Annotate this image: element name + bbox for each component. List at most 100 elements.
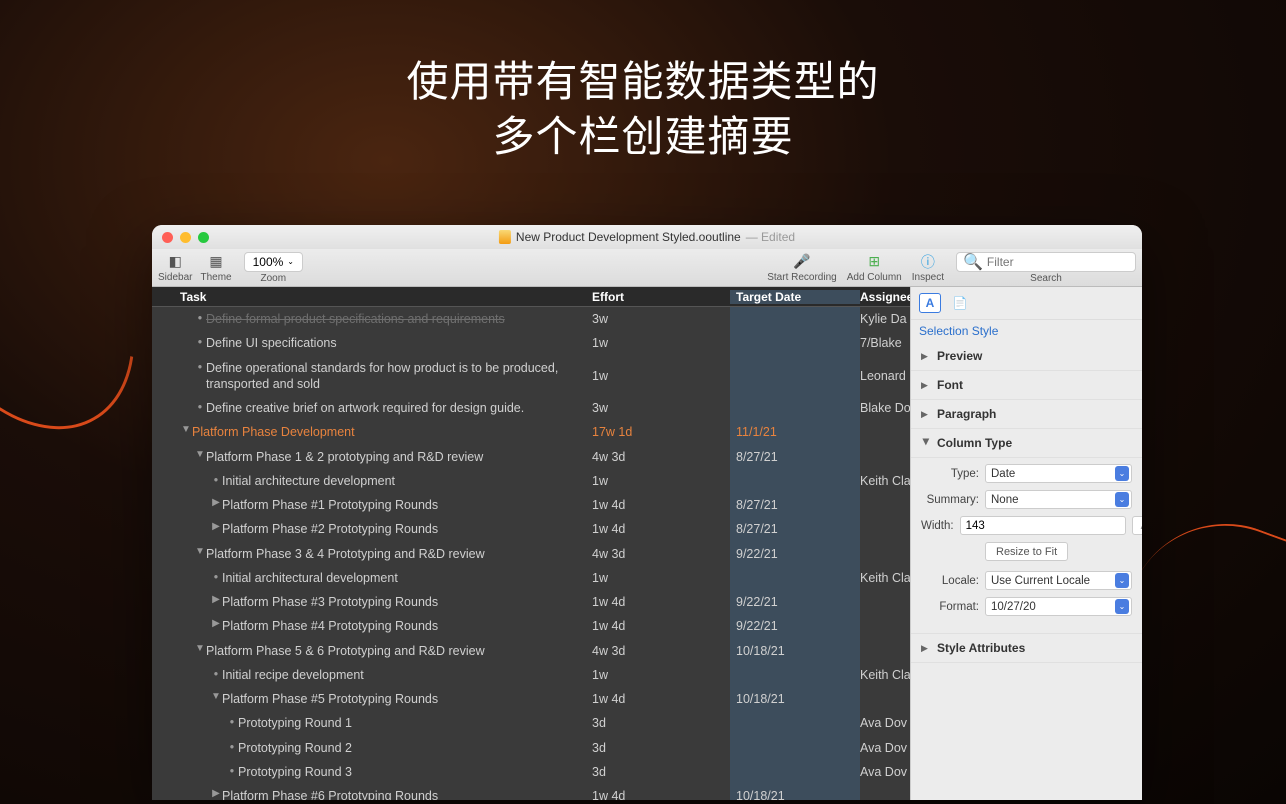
disclosure-expanded-icon[interactable]: ▼ <box>194 546 206 557</box>
maximize-icon[interactable] <box>198 232 209 243</box>
date-cell[interactable]: 11/1/21 <box>730 420 860 444</box>
assignee-cell[interactable]: Blake Do <box>860 401 910 415</box>
effort-cell[interactable]: 17w 1d <box>592 425 730 439</box>
date-cell[interactable] <box>730 356 860 397</box>
task-cell[interactable]: ▼Platform Phase 1 & 2 prototyping and R&… <box>152 445 592 469</box>
date-cell[interactable]: 9/22/21 <box>730 614 860 638</box>
inspector-tab-text[interactable]: A <box>919 293 941 313</box>
disclosure-collapsed-icon[interactable]: ▶ <box>210 618 222 629</box>
assignee-cell[interactable]: Keith Cla <box>860 571 910 585</box>
outline-row[interactable]: •Prototyping Round 33d Ava Dov <box>152 760 910 784</box>
effort-cell[interactable]: 1w <box>592 474 730 488</box>
outline-row[interactable]: ▶Platform Phase #2 Prototyping Rounds1w … <box>152 517 910 541</box>
effort-cell[interactable]: 3d <box>592 765 730 779</box>
date-cell[interactable]: 9/22/21 <box>730 542 860 566</box>
sidebar-button[interactable]: ◧ Sidebar <box>158 253 192 283</box>
date-cell[interactable] <box>730 663 860 687</box>
task-cell[interactable]: ▶Platform Phase #4 Prototyping Rounds <box>152 614 592 638</box>
effort-cell[interactable]: 3w <box>592 312 730 326</box>
outline-row[interactable]: •Define creative brief on artwork requir… <box>152 396 910 420</box>
theme-button[interactable]: ▦ Theme <box>200 253 231 283</box>
date-cell[interactable] <box>730 760 860 784</box>
outline-row[interactable]: ▼Platform Phase #5 Prototyping Rounds1w … <box>152 687 910 711</box>
task-cell[interactable]: •Prototyping Round 2 <box>152 736 592 760</box>
date-cell[interactable]: 8/27/21 <box>730 493 860 517</box>
section-column-type[interactable]: ▶ Column Type <box>911 429 1142 458</box>
inspector-tab-document[interactable]: 📄 <box>949 293 971 313</box>
assignee-cell[interactable]: Ava Dov <box>860 765 910 779</box>
outline-row[interactable]: •Initial architecture development1w Keith… <box>152 469 910 493</box>
type-select[interactable]: Date⌄ <box>985 464 1132 483</box>
date-cell[interactable]: 10/18/21 <box>730 687 860 711</box>
zoom-control[interactable]: 100% ⌄ Zoom <box>244 252 303 284</box>
effort-cell[interactable]: 1w 4d <box>592 498 730 512</box>
task-cell[interactable]: ▶Platform Phase #6 Prototyping Rounds <box>152 784 592 800</box>
effort-cell[interactable]: 1w <box>592 336 730 350</box>
effort-cell[interactable]: 1w 4d <box>592 789 730 800</box>
date-cell[interactable] <box>730 469 860 493</box>
add-column-button[interactable]: ⊞ Add Column <box>847 253 902 283</box>
section-paragraph[interactable]: ▶ Paragraph <box>911 400 1142 429</box>
outline-row[interactable]: ▼Platform Phase Development17w 1d11/1/21 <box>152 420 910 444</box>
outline-row[interactable]: ▼Platform Phase 5 & 6 Prototyping and R&… <box>152 639 910 663</box>
task-cell[interactable]: •Initial recipe development <box>152 663 592 687</box>
outline-row[interactable]: •Prototyping Round 13d Ava Dov <box>152 711 910 735</box>
outline-row[interactable]: ▶Platform Phase #3 Prototyping Rounds1w … <box>152 590 910 614</box>
task-cell[interactable]: •Prototyping Round 1 <box>152 711 592 735</box>
task-cell[interactable]: •Define operational standards for how pr… <box>152 356 592 397</box>
assignee-cell[interactable]: 7/Blake <box>860 336 910 350</box>
date-cell[interactable] <box>730 331 860 355</box>
effort-cell[interactable]: 1w <box>592 668 730 682</box>
effort-cell[interactable]: 1w 4d <box>592 692 730 706</box>
task-cell[interactable]: ▶Platform Phase #2 Prototyping Rounds <box>152 517 592 541</box>
locale-select[interactable]: Use Current Locale⌄ <box>985 571 1132 590</box>
date-cell[interactable]: 10/18/21 <box>730 784 860 800</box>
column-header-task[interactable]: Task <box>152 290 592 304</box>
disclosure-expanded-icon[interactable]: ▼ <box>210 691 222 702</box>
assignee-cell[interactable]: Keith Cla <box>860 474 910 488</box>
column-header-effort[interactable]: Effort <box>592 290 730 304</box>
close-icon[interactable] <box>162 232 173 243</box>
task-cell[interactable]: •Initial architectural development <box>152 566 592 590</box>
outline-row[interactable]: •Initial architectural development1wKeit… <box>152 566 910 590</box>
assignee-cell[interactable]: Kylie Da <box>860 312 910 326</box>
outline-row[interactable]: ▶Platform Phase #6 Prototyping Rounds1w … <box>152 784 910 800</box>
column-header-target-date[interactable]: Target Date <box>730 290 860 304</box>
start-recording-button[interactable]: 🎤 Start Recording <box>767 253 836 283</box>
effort-cell[interactable]: 1w 4d <box>592 595 730 609</box>
date-cell[interactable] <box>730 736 860 760</box>
search-field[interactable]: 🔍 <box>956 252 1136 272</box>
task-cell[interactable]: •Define UI specifications <box>152 331 592 355</box>
disclosure-expanded-icon[interactable]: ▼ <box>194 449 206 460</box>
outline-row[interactable]: ▶Platform Phase #4 Prototyping Rounds1w … <box>152 614 910 638</box>
outline-row[interactable]: ▼Platform Phase 1 & 2 prototyping and R&… <box>152 445 910 469</box>
disclosure-collapsed-icon[interactable]: ▶ <box>210 788 222 799</box>
section-font[interactable]: ▶ Font <box>911 371 1142 400</box>
format-select[interactable]: 10/27/20⌄ <box>985 597 1132 616</box>
date-cell[interactable] <box>730 711 860 735</box>
task-cell[interactable]: •Prototyping Round 3 <box>152 760 592 784</box>
outline-row[interactable]: •Define operational standards for how pr… <box>152 356 910 397</box>
summary-select[interactable]: None⌄ <box>985 490 1132 509</box>
outline-row[interactable]: •Initial recipe development1w Keith Cla <box>152 663 910 687</box>
outline-row[interactable]: ▼Platform Phase 3 & 4 Prototyping and R&… <box>152 542 910 566</box>
resize-to-fit-button[interactable]: Resize to Fit <box>985 542 1068 561</box>
date-cell[interactable]: 8/27/21 <box>730 445 860 469</box>
disclosure-collapsed-icon[interactable]: ▶ <box>210 521 222 532</box>
date-cell[interactable]: 9/22/21 <box>730 590 860 614</box>
task-cell[interactable]: •Initial architecture development <box>152 469 592 493</box>
task-cell[interactable]: ▼Platform Phase 3 & 4 Prototyping and R&… <box>152 542 592 566</box>
effort-cell[interactable]: 1w 4d <box>592 522 730 536</box>
search-input[interactable] <box>987 255 1129 269</box>
task-cell[interactable]: ▼Platform Phase Development <box>152 420 592 444</box>
assignee-cell[interactable]: Keith Cla <box>860 668 910 682</box>
section-style-attributes[interactable]: ▶ Style Attributes <box>911 633 1142 663</box>
effort-cell[interactable]: 4w 3d <box>592 644 730 658</box>
effort-cell[interactable]: 3d <box>592 716 730 730</box>
auto-button[interactable]: Auto <box>1132 516 1142 535</box>
disclosure-collapsed-icon[interactable]: ▶ <box>210 594 222 605</box>
outline-row[interactable]: •Prototyping Round 23dAva Dov <box>152 736 910 760</box>
assignee-cell[interactable]: Ava Dov <box>860 716 910 730</box>
task-cell[interactable]: ▶Platform Phase #1 Prototyping Rounds <box>152 493 592 517</box>
minimize-icon[interactable] <box>180 232 191 243</box>
